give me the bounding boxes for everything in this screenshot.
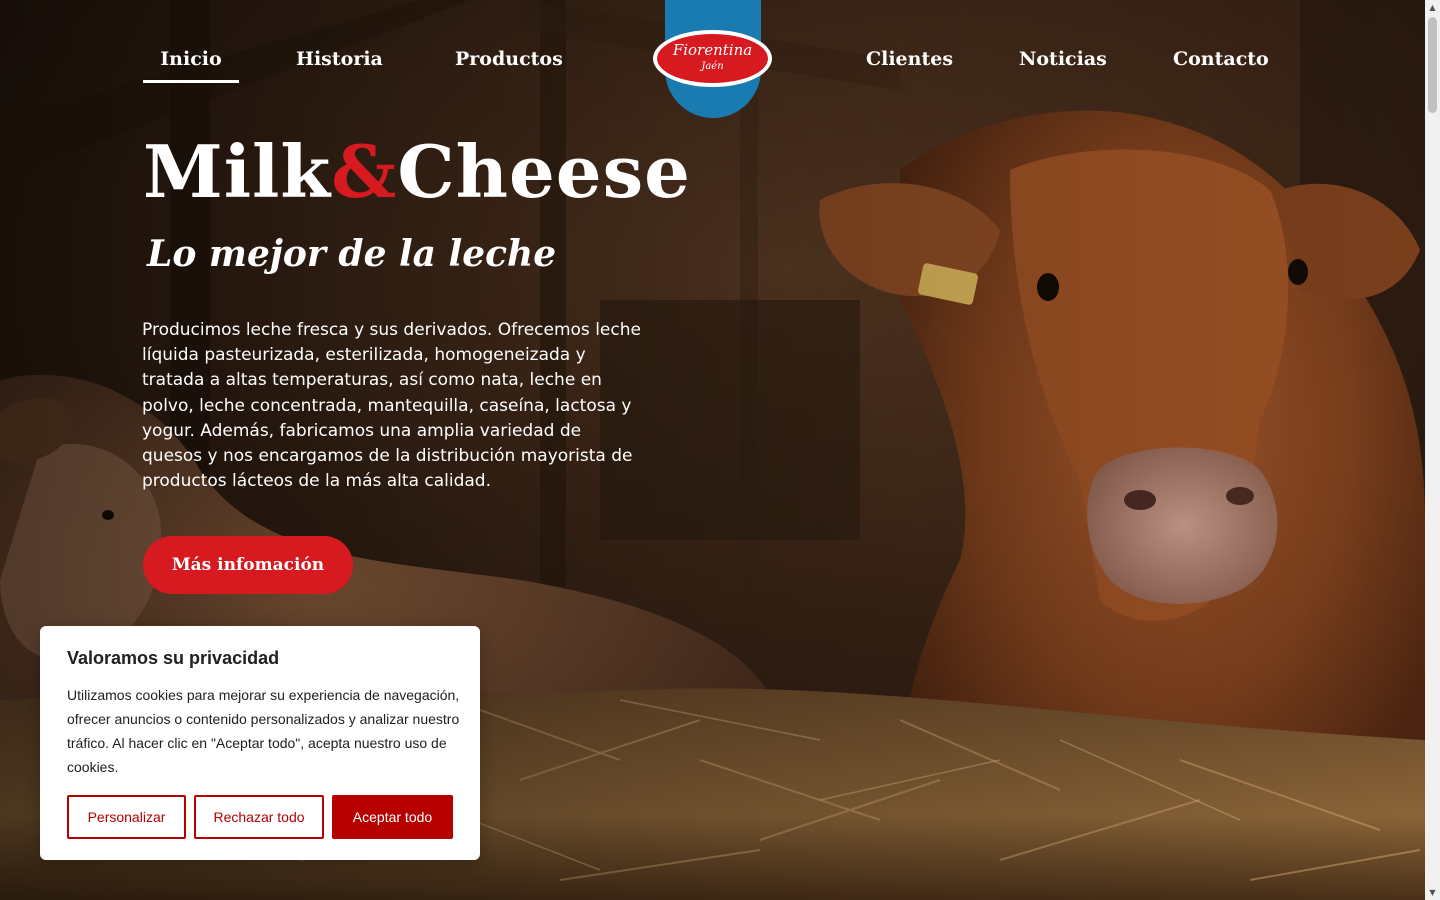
hero-title-cheese: Cheese bbox=[397, 129, 691, 214]
triangle-up-icon[interactable]: ▲ bbox=[1425, 0, 1440, 15]
cookie-consent-banner: Valoramos su privacidad Utilizamos cooki… bbox=[40, 626, 480, 860]
hero-description: Producimos leche fresca y sus derivados.… bbox=[142, 320, 641, 492]
nav-item-historia[interactable]: Historia bbox=[296, 44, 383, 78]
hero-title-milk: Milk bbox=[143, 129, 332, 214]
nav-item-inicio[interactable]: Inicio bbox=[143, 44, 239, 83]
nav-item-noticias[interactable]: Noticias bbox=[1019, 44, 1107, 78]
scrollbar-thumb[interactable] bbox=[1428, 17, 1437, 113]
customize-cookies-button[interactable]: Personalizar bbox=[67, 795, 186, 839]
nav-item-productos[interactable]: Productos bbox=[455, 44, 563, 78]
logo-subtitle: Jaén bbox=[701, 61, 724, 72]
triangle-down-icon[interactable]: ▼ bbox=[1425, 885, 1440, 900]
page: Inicio Historia Productos Clientes Notic… bbox=[0, 0, 1440, 900]
logo-badge: Fiorentina Jaén bbox=[657, 34, 768, 83]
nav-item-contacto[interactable]: Contacto bbox=[1173, 44, 1269, 78]
page-scrollbar[interactable]: ▲ ▼ bbox=[1425, 0, 1440, 900]
cookie-title: Valoramos su privacidad bbox=[67, 648, 280, 668]
more-info-button[interactable]: Más infomación bbox=[143, 536, 353, 594]
hero-title-ampersand: & bbox=[331, 129, 398, 214]
hero-subtitle: Lo mejor de la leche bbox=[147, 233, 557, 275]
nav-item-clientes[interactable]: Clientes bbox=[866, 44, 953, 78]
reject-all-button[interactable]: Rechazar todo bbox=[194, 795, 324, 839]
brand-logo[interactable]: Fiorentina Jaén bbox=[653, 30, 772, 87]
logo-name: Fiorentina bbox=[672, 41, 753, 59]
accept-all-button[interactable]: Aceptar todo bbox=[332, 795, 453, 839]
cookie-description: Utilizamos cookies para mejorar su exper… bbox=[67, 687, 460, 775]
hero-title: Milk&Cheese bbox=[143, 124, 691, 220]
